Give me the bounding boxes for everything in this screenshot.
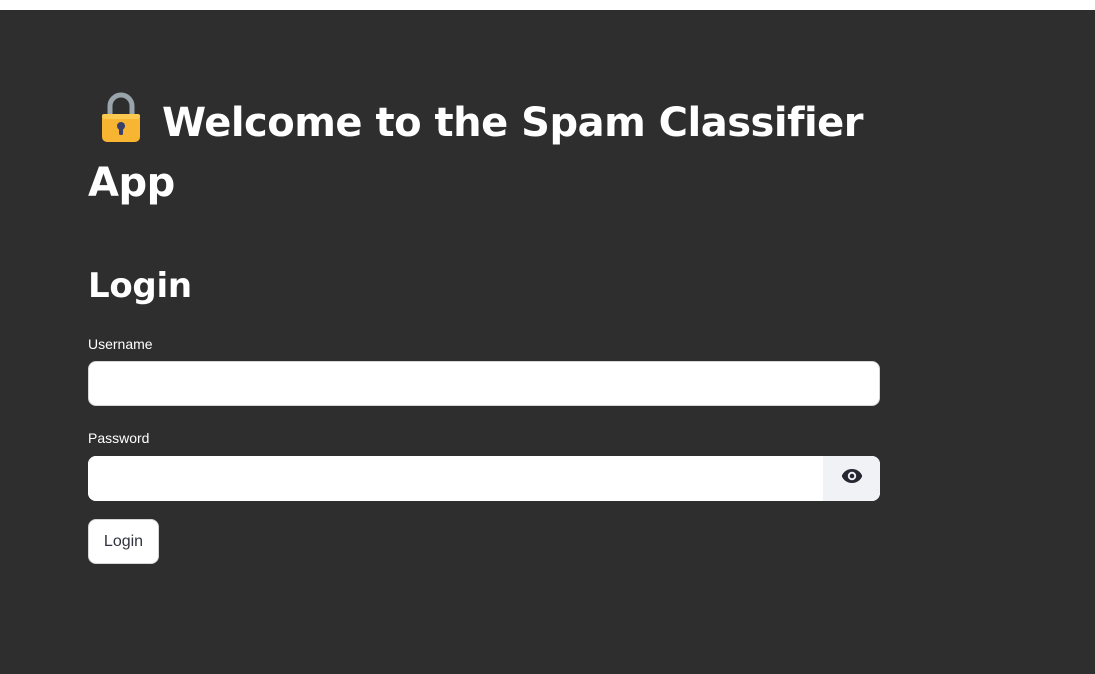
show-password-button[interactable]: [823, 456, 880, 501]
page-title: Welcome to the Spam Classifier App: [88, 92, 880, 213]
login-button[interactable]: Login: [88, 519, 159, 564]
lock-icon: [98, 92, 144, 142]
username-label: Username: [88, 336, 153, 352]
username-input[interactable]: [88, 361, 880, 406]
login-heading: Login: [88, 266, 192, 306]
app-main: Welcome to the Spam Classifier App Login…: [0, 10, 1095, 674]
page-title-text: Welcome to the Spam Classifier App: [88, 100, 864, 206]
password-field: [88, 456, 880, 501]
password-label: Password: [88, 430, 150, 446]
eye-icon: [841, 468, 863, 489]
password-input[interactable]: [88, 456, 823, 501]
